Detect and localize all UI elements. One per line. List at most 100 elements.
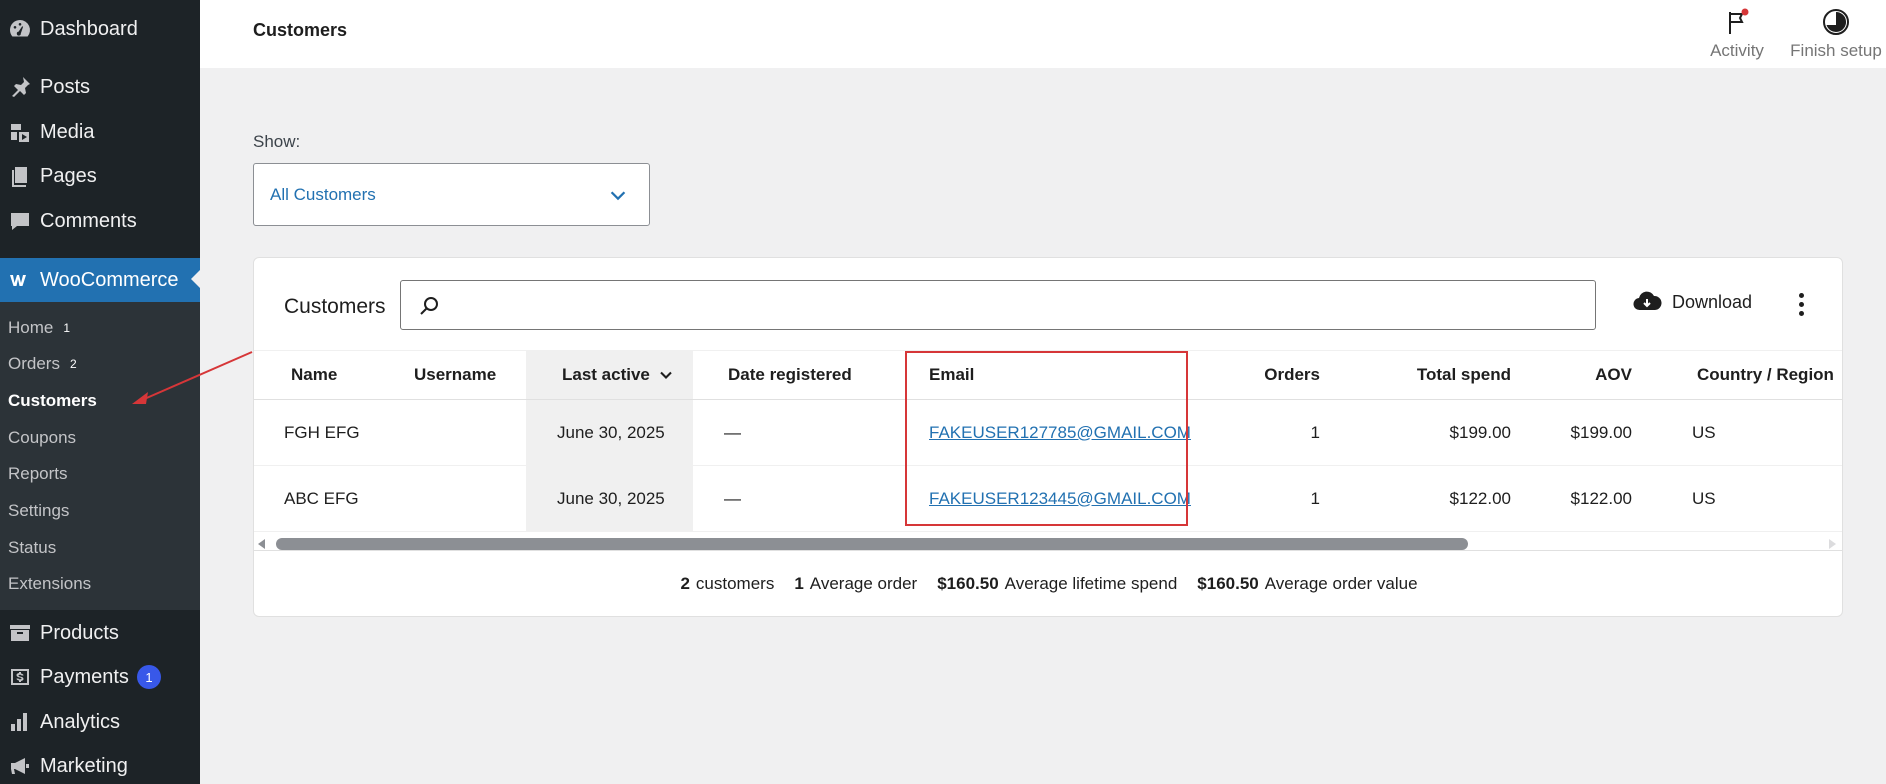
card-title: Customers [284, 295, 386, 318]
chevron-down-icon [660, 371, 672, 379]
sidebar-item-media[interactable]: Media [0, 112, 200, 152]
scroll-left-icon[interactable] [258, 539, 265, 549]
cell-total-spend: $122.00 [1449, 488, 1511, 508]
column-header-username[interactable]: Username [414, 351, 496, 399]
cell-total-spend: $199.00 [1449, 422, 1511, 442]
submenu-item-label: Reports [8, 464, 68, 483]
sidebar-item-analytics[interactable]: Analytics [0, 702, 200, 742]
submenu-item-label: Extensions [8, 574, 92, 593]
sidebar-item-label: Dashboard [40, 17, 138, 40]
comment-icon [0, 201, 40, 241]
summary-order-value: $160.50 Average order value [1197, 574, 1418, 593]
summary-customers: 2 customers [680, 574, 775, 593]
submenu-item-customers[interactable]: Customers [8, 386, 97, 416]
media-icon [0, 112, 40, 152]
activity-label: Activity [1710, 41, 1764, 60]
pages-icon [0, 156, 40, 196]
sidebar-item-label: Pages [40, 164, 97, 187]
payments-icon [0, 657, 40, 697]
sidebar-item-pages[interactable]: Pages [0, 156, 200, 196]
submenu-item-label: Status [8, 538, 57, 557]
flag-icon [1729, 8, 1749, 34]
column-header-aov[interactable]: AOV [1544, 351, 1632, 399]
cell-last-active: June 30, 2025 [557, 422, 665, 442]
download-label: Download [1672, 291, 1753, 312]
submenu-item-reports[interactable]: Reports [8, 459, 68, 489]
column-header-country[interactable]: Country / Region [1697, 351, 1834, 399]
submenu-item-label: Coupons [8, 428, 77, 447]
woocommerce-icon [0, 260, 40, 300]
payments-badge: 1 [136, 665, 161, 689]
sidebar-item-label: WooCommerce [40, 268, 179, 291]
column-header-last-active[interactable]: Last active [562, 351, 676, 399]
sidebar-item-label: Marketing [40, 754, 128, 777]
active-menu-arrow [191, 270, 200, 288]
download-button[interactable]: Download [1632, 288, 1752, 316]
cell-aov: $199.00 [1570, 422, 1632, 442]
cell-country: US [1692, 422, 1716, 442]
column-header-date-registered[interactable]: Date registered [728, 351, 852, 399]
search-input[interactable] [400, 280, 1596, 330]
summary-bar: 2 customers 1 Average order $160.50 Average… [254, 550, 1842, 616]
submenu-item-home[interactable]: Home 1 [8, 313, 70, 343]
sidebar-item-label: Comments [40, 209, 137, 232]
sidebar-item-label: Media [40, 120, 95, 143]
scrollbar-thumb[interactable] [276, 538, 1468, 550]
admin-sidebar: Dashboard Posts Media Pages Comments Woo… [0, 0, 200, 784]
finish-setup-button[interactable]: Finish setup [1788, 0, 1884, 68]
submenu-item-settings[interactable]: Settings [8, 496, 69, 526]
chevron-down-icon [610, 190, 626, 200]
column-header-total-spend[interactable]: Total spend [1354, 351, 1511, 399]
sidebar-item-label: Payments [40, 665, 129, 688]
show-filter-value: All Customers [270, 184, 376, 204]
more-options-button[interactable] [1791, 284, 1811, 324]
home-count: 1 [63, 321, 71, 335]
submenu-item-coupons[interactable]: Coupons [8, 423, 76, 453]
sidebar-item-label: Analytics [40, 710, 121, 733]
summary-lifetime-spend: $160.50 Average lifetime spend [937, 574, 1178, 593]
submenu-item-orders[interactable]: Orders 2 [8, 349, 77, 379]
progress-circle-icon [1823, 9, 1849, 35]
scroll-right-icon[interactable] [1829, 539, 1836, 549]
woocommerce-submenu: Home 1 Orders 2 Customers Coupons Report… [0, 302, 200, 610]
sidebar-item-comments[interactable]: Comments [0, 201, 200, 241]
top-header: Customers Activity Finish setup [200, 0, 1886, 68]
cell-date-registered: — [724, 488, 741, 508]
page-title: Customers [253, 20, 348, 40]
summary-average-order: 1 Average order [794, 574, 918, 593]
finish-setup-label: Finish setup [1790, 41, 1882, 60]
submenu-item-label: Orders [8, 354, 60, 373]
activity-button[interactable]: Activity [1690, 0, 1784, 68]
megaphone-icon [0, 746, 40, 784]
sidebar-item-dashboard[interactable]: Dashboard [0, 9, 200, 49]
sidebar-item-label: Products [40, 621, 119, 644]
cell-name: ABC EFG [284, 488, 359, 508]
pin-icon [0, 67, 40, 107]
cell-country: US [1692, 488, 1716, 508]
cloud-download-icon [1633, 291, 1662, 311]
bar-chart-icon [0, 702, 40, 742]
dashboard-icon [0, 9, 40, 49]
horizontal-scrollbar[interactable] [254, 536, 1842, 550]
sidebar-item-payments[interactable]: Payments 1 [0, 657, 200, 697]
sidebar-item-posts[interactable]: Posts [0, 67, 200, 107]
sidebar-item-products[interactable]: Products [0, 613, 200, 653]
column-header-name[interactable]: Name [291, 351, 337, 399]
sidebar-item-woocommerce[interactable]: WooCommerce [0, 258, 200, 302]
submenu-item-label: Settings [8, 501, 70, 520]
submenu-item-extensions[interactable]: Extensions [8, 569, 91, 599]
show-filter-select[interactable]: All Customers [253, 163, 650, 226]
cell-last-active: June 30, 2025 [557, 488, 665, 508]
archive-icon [0, 613, 40, 653]
sidebar-item-label: Posts [40, 75, 91, 98]
search-icon [420, 297, 438, 315]
column-header-label: Last active [562, 365, 650, 384]
submenu-item-label: Customers [8, 391, 97, 410]
cell-aov: $122.00 [1570, 488, 1632, 508]
show-filter-label: Show: [253, 132, 301, 151]
submenu-item-label: Home [8, 318, 54, 337]
email-highlight-box [905, 351, 1188, 526]
submenu-item-status[interactable]: Status [8, 533, 56, 563]
orders-count: 2 [69, 357, 77, 371]
sidebar-item-marketing[interactable]: Marketing [0, 746, 200, 784]
